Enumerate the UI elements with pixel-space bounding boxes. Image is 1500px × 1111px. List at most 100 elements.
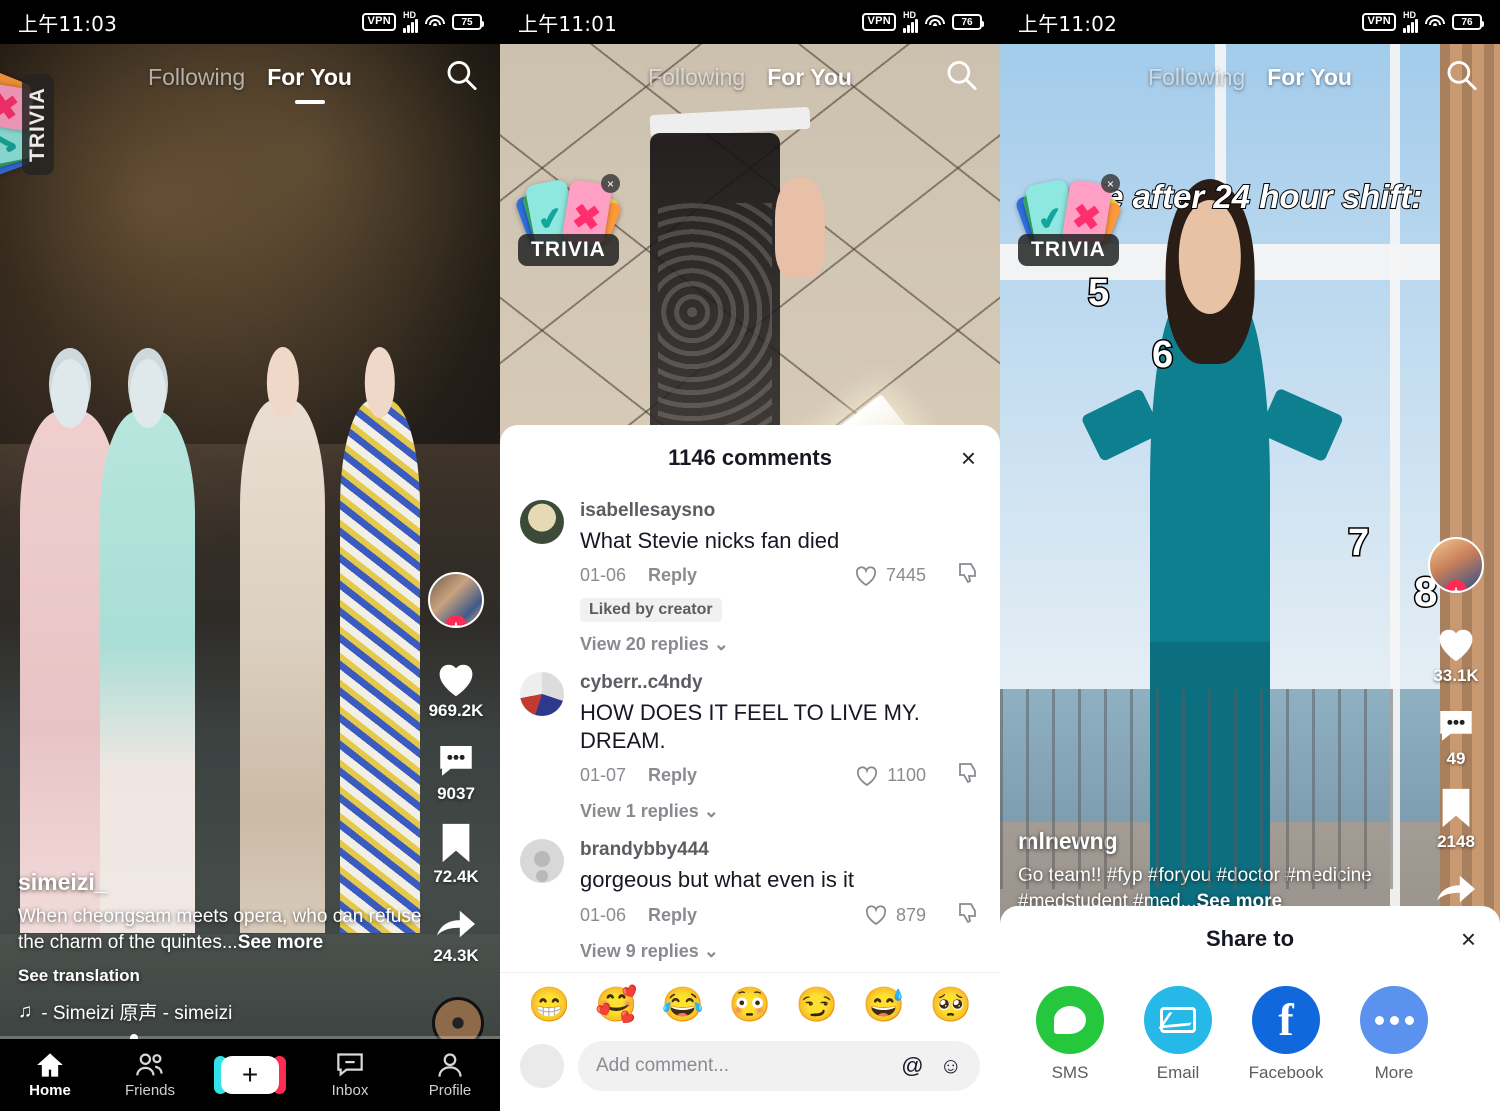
nav-friends-label: Friends <box>124 1081 176 1099</box>
like-button[interactable]: 969.2K <box>428 658 484 721</box>
status-time: 上午11:02 <box>1018 11 1118 36</box>
view-replies-link[interactable]: View 1 replies ⌄ <box>580 801 980 822</box>
comment-like-count: 1100 <box>887 765 926 786</box>
see-translation-link[interactable]: See translation <box>18 966 422 986</box>
overlay-number: 5 <box>1086 271 1110 316</box>
follow-button[interactable]: + <box>445 615 467 626</box>
bookmark-button[interactable]: 72.4K <box>433 822 479 887</box>
like-button[interactable]: 33.1K <box>1433 623 1479 686</box>
overlay-number: 6 <box>1150 333 1174 378</box>
avatar[interactable] <box>520 672 564 717</box>
nav-friends[interactable]: Friends <box>100 1052 200 1099</box>
trivia-badge[interactable]: ✔ ✖ × TRIVIA <box>514 174 623 266</box>
at-icon[interactable]: @ <box>901 1053 923 1079</box>
comment-username[interactable]: isabellesaysno <box>580 500 980 522</box>
create-button[interactable]: + <box>214 1056 286 1094</box>
emoji-sweat-smile[interactable]: 😅 <box>863 985 905 1025</box>
emoji-grin[interactable]: 😁 <box>528 985 570 1025</box>
tab-following[interactable]: Following <box>148 64 245 91</box>
emoji-pleading[interactable]: 🥺 <box>930 985 972 1025</box>
comments-list[interactable]: isabellesaysno What Stevie nicks fan die… <box>500 491 1000 972</box>
signal-icon: HD <box>1403 10 1418 33</box>
avatar[interactable] <box>520 500 564 544</box>
comment-like-button[interactable]: 1100 <box>855 765 926 787</box>
nav-create[interactable]: + <box>200 1056 300 1094</box>
caption-body: When cheongsam meets opera, who can refu… <box>18 905 422 953</box>
trivia-badge[interactable]: ✔ ✖ × TRIVIA <box>1014 174 1123 266</box>
comment-count: 9037 <box>437 784 475 803</box>
avatar[interactable]: + <box>428 572 484 628</box>
comment-item: brandybby444 gorgeous but what even is i… <box>520 830 980 969</box>
reply-button[interactable]: Reply <box>648 905 697 926</box>
comment-like-button[interactable]: 7445 <box>854 565 926 587</box>
emoji-icon[interactable]: ☺ <box>940 1053 962 1079</box>
share-option-email[interactable]: Email <box>1142 986 1214 1083</box>
emoji-flushed[interactable]: 😳 <box>729 985 771 1025</box>
comment-item: isabellesaysno What Stevie nicks fan die… <box>520 491 980 663</box>
comments-header: 1146 comments × <box>500 425 1000 491</box>
comment-date: 01-06 <box>580 904 627 925</box>
share-option-more[interactable]: More <box>1358 986 1430 1083</box>
emoji-quick-row: 😁 🥰 😂 😳 😏 😅 🥺 <box>500 972 1000 1035</box>
bookmark-button[interactable]: 2148 <box>1437 787 1475 852</box>
trivia-label: TRIVIA <box>1018 234 1119 266</box>
avatar[interactable] <box>520 839 564 884</box>
top-navigation: Following For You <box>0 44 500 110</box>
nav-home-label: Home <box>29 1081 71 1099</box>
view-replies-link[interactable]: View 20 replies ⌄ <box>580 634 980 655</box>
comment-like-button[interactable]: 879 <box>864 904 926 926</box>
tab-for-you[interactable]: For You <box>767 64 852 91</box>
emoji-hearts[interactable]: 🥰 <box>595 985 637 1025</box>
close-icon[interactable]: × <box>1461 926 1476 952</box>
comment-dislike-button[interactable] <box>956 902 980 929</box>
comments-title: 1146 comments <box>668 445 832 470</box>
avatar[interactable]: + <box>1428 537 1484 593</box>
tab-for-you[interactable]: For You <box>267 64 352 91</box>
comment-date: 01-07 <box>580 765 627 786</box>
comment-button[interactable]: 49 <box>1434 704 1478 769</box>
reply-button[interactable]: Reply <box>648 565 697 586</box>
comment-like-count: 879 <box>895 904 926 925</box>
like-count: 969.2K <box>428 701 484 720</box>
share-button[interactable]: 24.3K <box>433 905 479 966</box>
search-icon[interactable] <box>444 58 478 97</box>
battery-icon: 76 <box>952 14 984 30</box>
search-icon[interactable] <box>1444 58 1478 97</box>
share-option-sms[interactable]: SMS <box>1034 986 1106 1083</box>
comment-dislike-button[interactable] <box>956 562 980 589</box>
signal-icon: HD <box>403 10 418 33</box>
tab-following[interactable]: Following <box>1148 64 1245 91</box>
search-icon[interactable] <box>944 58 978 97</box>
sms-icon <box>1036 986 1104 1054</box>
vpn-indicator: VPN <box>362 13 396 31</box>
chevron-down-icon: ⌄ <box>703 940 719 961</box>
view-replies-link[interactable]: View 9 replies ⌄ <box>580 941 980 962</box>
close-icon[interactable]: × <box>961 445 976 471</box>
tab-for-you[interactable]: For You <box>1267 64 1352 91</box>
comment-button[interactable]: 9037 <box>434 739 478 804</box>
reply-button[interactable]: Reply <box>648 765 697 786</box>
comment-input[interactable]: Add comment... @ ☺ <box>578 1041 980 1091</box>
tab-following[interactable]: Following <box>648 64 745 91</box>
nav-home[interactable]: Home <box>0 1052 100 1099</box>
comment-username[interactable]: brandybby444 <box>580 839 980 861</box>
comment-count: 49 <box>1446 749 1466 768</box>
bottom-navigation: Home Friends + Inbox Profile <box>0 1039 500 1111</box>
close-icon[interactable]: × <box>1101 174 1120 193</box>
nav-inbox[interactable]: Inbox <box>300 1052 400 1099</box>
comment-username[interactable]: cyberr..c4ndy <box>580 672 980 694</box>
panel-share: 上午11:02 VPN HD 76 Following For You Me a… <box>1000 0 1500 1111</box>
follow-button[interactable]: + <box>1445 580 1467 591</box>
comment-date: 01-06 <box>580 565 627 586</box>
caption-username[interactable]: simeizi_ <box>18 869 422 896</box>
comment-dislike-button[interactable] <box>956 762 980 789</box>
comment-like-count: 7445 <box>885 565 926 586</box>
emoji-smirk[interactable]: 😏 <box>796 985 838 1025</box>
close-icon[interactable]: × <box>601 174 620 193</box>
music-info[interactable]: ♫ - Simeizi 原声 - simeizi <box>18 998 422 1025</box>
emoji-joy[interactable]: 😂 <box>662 985 704 1025</box>
share-option-facebook[interactable]: f Facebook <box>1249 986 1323 1083</box>
share-header: Share to × <box>1000 906 1500 972</box>
nav-profile[interactable]: Profile <box>400 1052 500 1099</box>
see-more-link[interactable]: See more <box>238 932 324 953</box>
